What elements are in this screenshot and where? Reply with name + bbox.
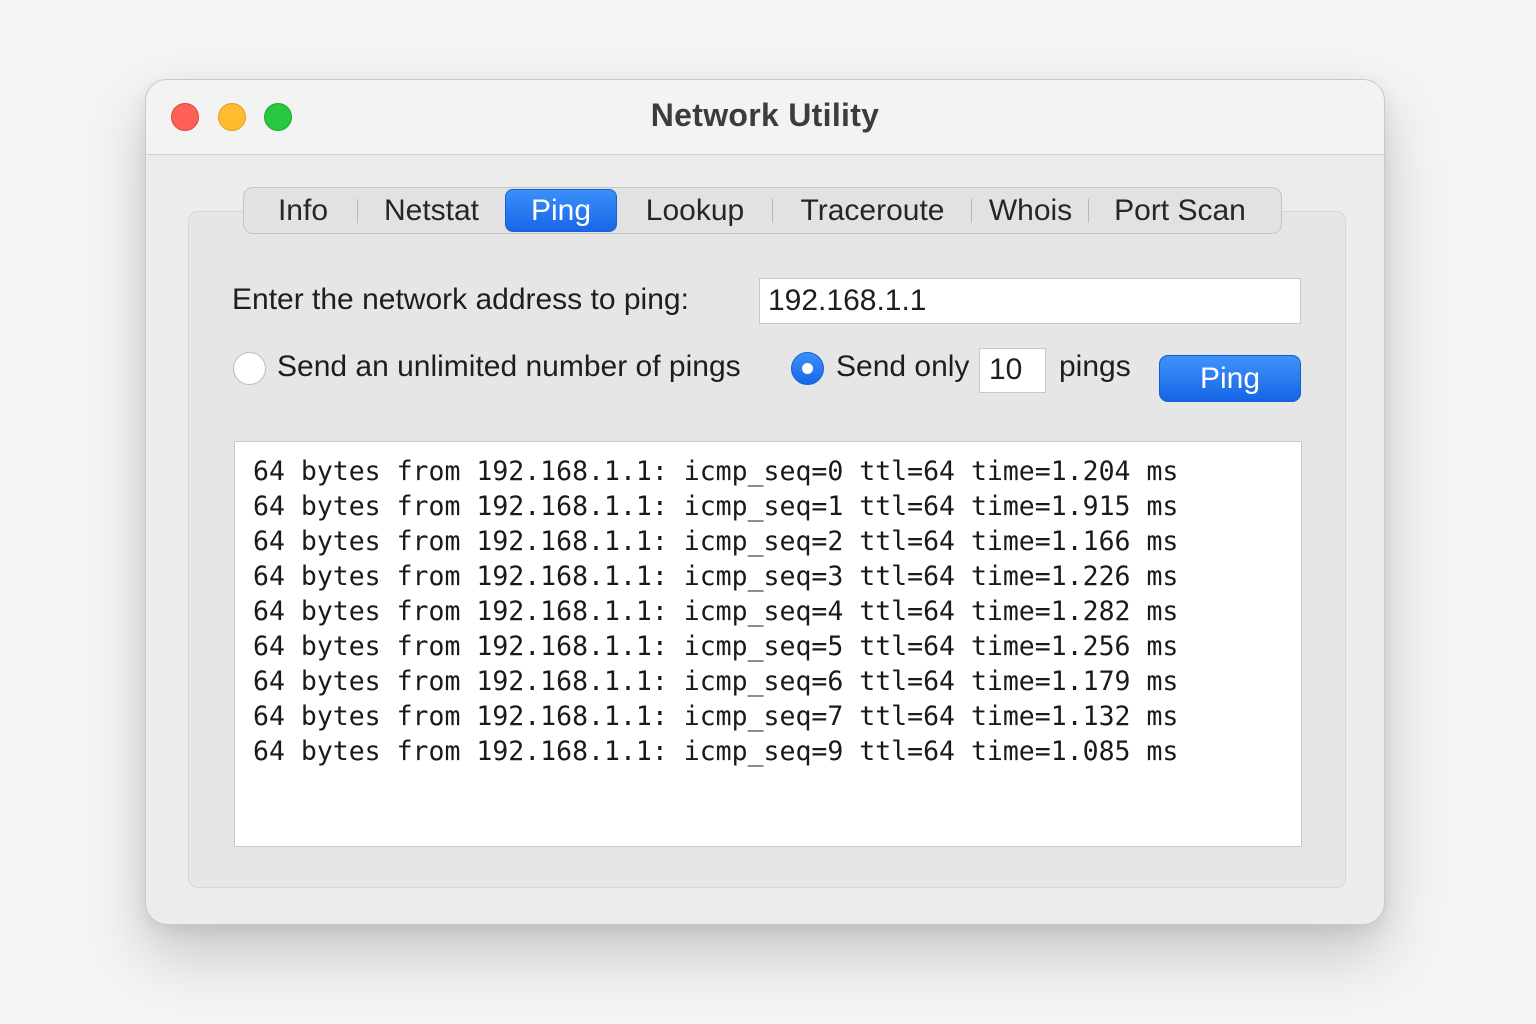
tab-ping[interactable]: Ping: [505, 189, 617, 232]
address-input[interactable]: 192.168.1.1: [759, 278, 1301, 324]
tab-netstat[interactable]: Netstat: [358, 189, 505, 232]
network-utility-window: Network Utility Info Netstat Ping Lookup…: [145, 79, 1385, 925]
output-line: 64 bytes from 192.168.1.1: icmp_seq=3 tt…: [253, 561, 1179, 592]
output-line: 64 bytes from 192.168.1.1: icmp_seq=7 tt…: [253, 701, 1179, 732]
tab-bar: Info Netstat Ping Lookup Traceroute Whoi…: [243, 187, 1282, 234]
output-line: 64 bytes from 192.168.1.1: icmp_seq=9 tt…: [253, 736, 1179, 767]
pings-label: pings: [1059, 350, 1131, 383]
address-label: Enter the network address to ping:: [232, 283, 689, 316]
tab-lookup[interactable]: Lookup: [617, 189, 773, 232]
output-line: 64 bytes from 192.168.1.1: icmp_seq=6 tt…: [253, 666, 1179, 697]
send-only-label[interactable]: Send only: [836, 350, 969, 384]
title-bar[interactable]: Network Utility: [146, 80, 1384, 155]
tab-traceroute[interactable]: Traceroute: [773, 189, 972, 232]
tab-whois[interactable]: Whois: [972, 189, 1089, 232]
ping-count-input[interactable]: 10: [979, 348, 1046, 393]
output-line: 64 bytes from 192.168.1.1: icmp_seq=0 tt…: [253, 456, 1179, 487]
unlimited-pings-radio[interactable]: [233, 352, 266, 385]
unlimited-pings-label[interactable]: Send an unlimited number of pings: [277, 350, 741, 384]
tab-info[interactable]: Info: [248, 189, 358, 232]
output-line: 64 bytes from 192.168.1.1: icmp_seq=5 tt…: [253, 631, 1179, 662]
output-line: 64 bytes from 192.168.1.1: icmp_seq=4 tt…: [253, 596, 1179, 627]
tab-port-scan[interactable]: Port Scan: [1089, 189, 1271, 232]
output-line: 64 bytes from 192.168.1.1: icmp_seq=2 tt…: [253, 526, 1179, 557]
ping-output-area[interactable]: 64 bytes from 192.168.1.1: icmp_seq=0 tt…: [234, 441, 1302, 847]
send-only-radio[interactable]: [791, 352, 824, 385]
ping-button[interactable]: Ping: [1159, 355, 1301, 402]
output-line: 64 bytes from 192.168.1.1: icmp_seq=1 tt…: [253, 491, 1179, 522]
window-title: Network Utility: [650, 97, 880, 133]
